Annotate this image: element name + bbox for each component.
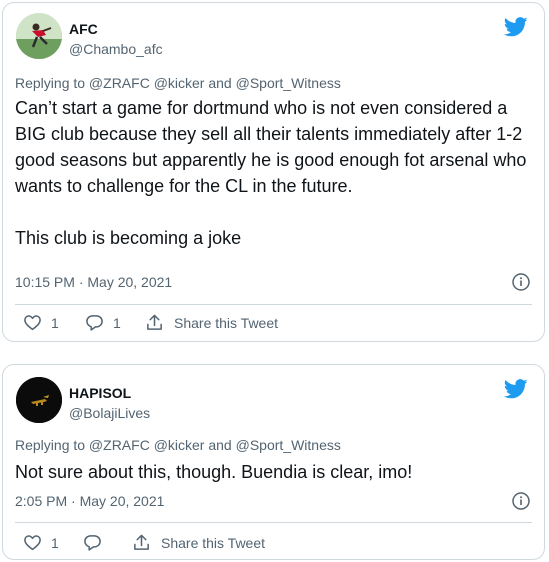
reply-icon: [84, 535, 101, 551]
reply-button[interactable]: [83, 533, 111, 552]
twitter-bird-icon[interactable]: [504, 379, 528, 399]
tweet-text-paragraph: This club is becoming a joke: [15, 228, 242, 248]
share-button[interactable]: Share this Tweet: [132, 533, 265, 552]
tweet-timestamp[interactable]: 2:05 PM · May 20, 2021: [15, 493, 164, 509]
author-handle[interactable]: @BolajiLives: [69, 405, 150, 421]
tweet-text: Not sure about this, though. Buendia is …: [15, 459, 530, 485]
share-icon: [134, 534, 149, 550]
heart-icon: [24, 535, 41, 551]
divider: [15, 522, 532, 523]
tweet-actions: 1 1 Share this Tweet: [3, 313, 544, 335]
reply-icon: [86, 315, 103, 331]
share-label: Share this Tweet: [161, 534, 266, 551]
reply-count: 1: [113, 314, 121, 331]
author-name[interactable]: AFC: [69, 21, 98, 37]
avatar[interactable]: [16, 13, 62, 59]
avatar-photo: [16, 377, 62, 423]
like-button[interactable]: 1: [23, 533, 59, 552]
like-button[interactable]: 1: [23, 313, 59, 332]
share-icon: [147, 314, 162, 330]
info-icon[interactable]: [512, 273, 530, 291]
reply-button[interactable]: 1: [85, 313, 121, 332]
avatar[interactable]: [16, 377, 62, 423]
replying-to[interactable]: Replying to @ZRAFC @kicker and @Sport_Wi…: [15, 437, 341, 453]
info-icon[interactable]: [512, 492, 530, 510]
avatar-photo: [16, 13, 62, 59]
tweet-text-paragraph: Can’t start a game for dortmund who is n…: [15, 98, 527, 196]
twitter-bird-icon[interactable]: [504, 17, 528, 37]
tweet-card[interactable]: AFC @Chambo_afc Replying to @ZRAFC @kick…: [2, 2, 545, 342]
tweet-timestamp[interactable]: 10:15 PM · May 20, 2021: [15, 274, 172, 290]
tweet-text-paragraph: Not sure about this, though. Buendia is …: [15, 462, 413, 482]
like-count: 1: [51, 314, 59, 331]
heart-icon: [24, 315, 41, 331]
tweet-card[interactable]: HAPISOL @BolajiLives Replying to @ZRAFC …: [2, 364, 545, 560]
divider: [15, 304, 532, 305]
author-handle[interactable]: @Chambo_afc: [69, 41, 163, 57]
author-name[interactable]: HAPISOL: [69, 385, 131, 401]
share-label: Share this Tweet: [174, 314, 279, 331]
tweet-actions: 1 Share this Tweet: [3, 533, 544, 555]
replying-to[interactable]: Replying to @ZRAFC @kicker and @Sport_Wi…: [15, 75, 341, 91]
share-button[interactable]: Share this Tweet: [145, 313, 278, 332]
like-count: 1: [51, 534, 59, 551]
tweet-text: Can’t start a game for dortmund who is n…: [15, 95, 530, 251]
